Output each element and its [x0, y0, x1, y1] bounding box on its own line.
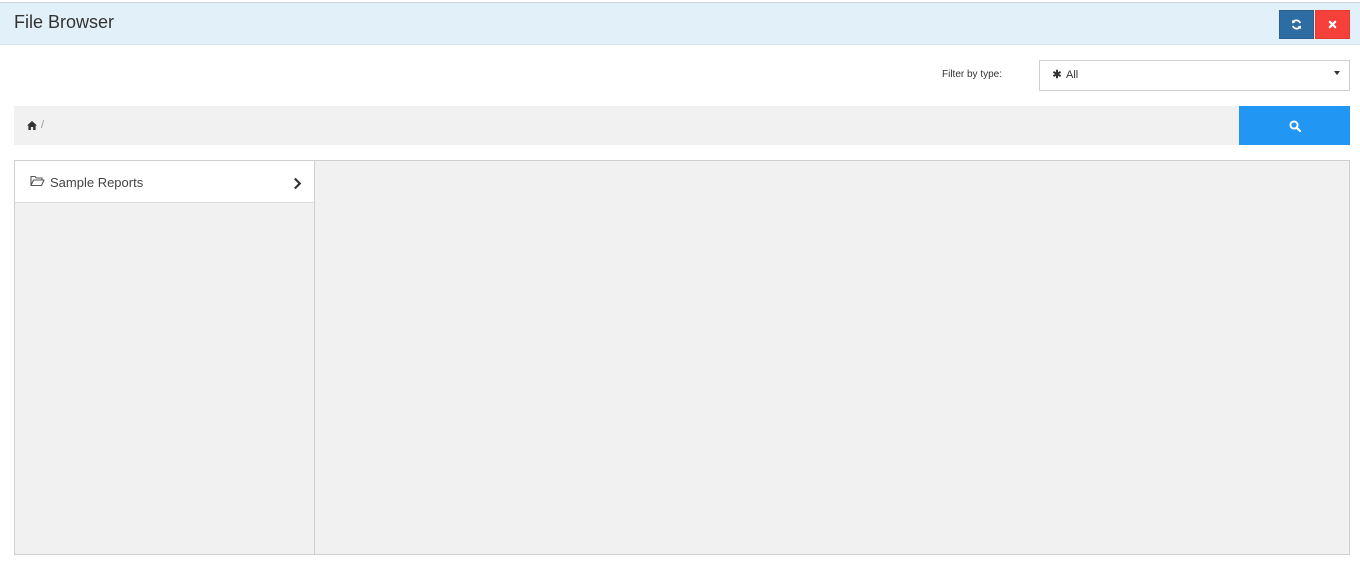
- file-list-area: [315, 161, 1349, 554]
- tree-item-label: Sample Reports: [50, 175, 144, 190]
- title-bar: File Browser: [0, 2, 1360, 45]
- breadcrumb-separator: /: [41, 119, 45, 131]
- breadcrumb: /: [14, 106, 1239, 145]
- browser-panel: Sample Reports: [14, 160, 1350, 555]
- folder-tree: Sample Reports: [15, 161, 315, 554]
- search-icon: [1288, 119, 1301, 132]
- asterisk-icon: [1052, 69, 1062, 79]
- home-icon[interactable]: [27, 121, 37, 130]
- chevron-down-icon: [1334, 71, 1340, 75]
- filter-selected-value: All: [1066, 69, 1079, 81]
- refresh-icon: [1291, 19, 1302, 30]
- close-button[interactable]: [1315, 10, 1350, 39]
- filter-label: Filter by type:: [942, 69, 1003, 80]
- window-title: File Browser: [14, 12, 115, 32]
- close-icon: [1328, 20, 1337, 29]
- chevron-right-icon[interactable]: [293, 177, 302, 190]
- folder-open-icon: [30, 175, 45, 187]
- tree-item-sample-reports[interactable]: Sample Reports: [15, 161, 314, 203]
- search-button[interactable]: [1239, 106, 1350, 145]
- filter-type-select[interactable]: All: [1039, 60, 1350, 91]
- refresh-button[interactable]: [1279, 10, 1314, 39]
